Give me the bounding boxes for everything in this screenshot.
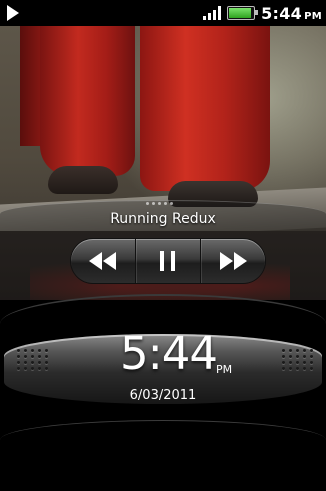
status-right-group: 5:44 PM — [203, 0, 322, 26]
lockscreen-ampm: PM — [216, 363, 233, 376]
signal-strength-icon — [203, 6, 222, 20]
pause-button[interactable] — [136, 239, 201, 283]
pause-icon — [160, 251, 175, 271]
playback-controls — [71, 239, 265, 283]
status-ampm: PM — [304, 10, 322, 22]
fast-forward-button[interactable] — [201, 239, 265, 283]
track-title: Running Redux — [110, 211, 216, 227]
lockscreen-date: 6/03/2011 — [129, 388, 197, 403]
fast-forward-icon — [220, 252, 247, 270]
play-notification-icon — [7, 5, 19, 21]
status-time: 5:44 — [261, 3, 303, 23]
drag-handle-icon[interactable] — [146, 202, 173, 205]
speaker-grille-left-icon — [17, 349, 49, 370]
pant-left — [40, 26, 135, 176]
rewind-button[interactable] — [71, 239, 136, 283]
status-clock: 5:44 PM — [261, 4, 322, 23]
lockscreen-time: 5:44 — [120, 327, 218, 380]
battery-fill — [229, 8, 252, 18]
speaker-grille-right-icon — [282, 349, 314, 370]
shoe-left — [48, 166, 118, 194]
status-bar: 5:44 PM — [0, 0, 326, 26]
pant-right — [140, 26, 270, 191]
rewind-icon — [89, 252, 116, 270]
unlock-ring-arc[interactable] — [0, 420, 326, 491]
battery-icon — [227, 6, 259, 20]
